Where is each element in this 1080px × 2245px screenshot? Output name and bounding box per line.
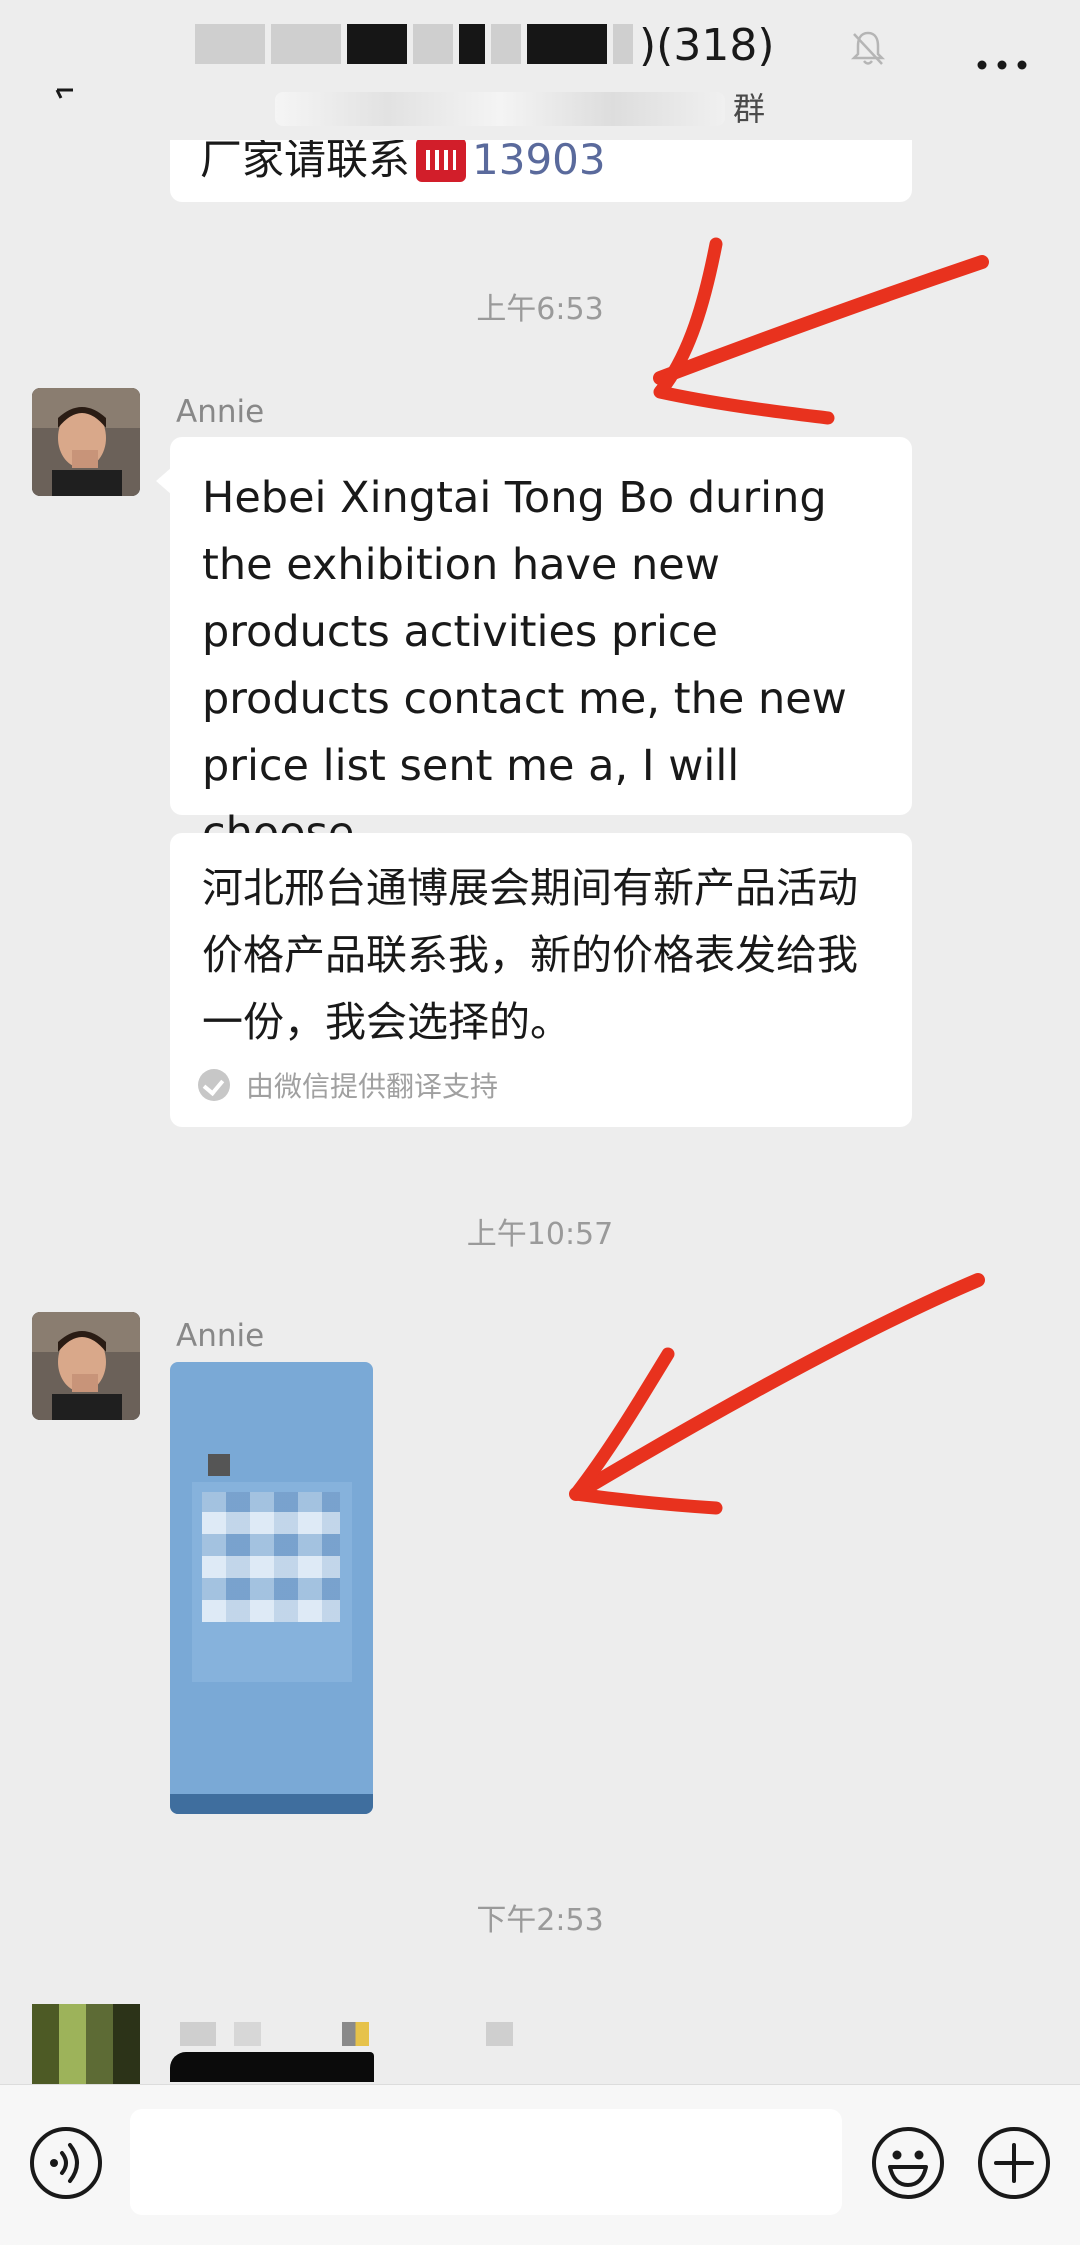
more-icon[interactable] bbox=[975, 55, 1029, 75]
qr-code-image bbox=[202, 1492, 340, 1622]
voice-icon[interactable] bbox=[28, 2125, 104, 2201]
translation-bubble[interactable]: 河北邢台通博展会期间有新产品活动价格产品联系我，新的价格表发给我一份，我会选择的… bbox=[170, 833, 912, 1127]
translation-note: 由微信提供翻译支持 bbox=[198, 1065, 498, 1105]
timestamp: 下午2:53 bbox=[476, 1903, 604, 1938]
sender-name: Annie bbox=[176, 394, 265, 430]
timestamp: 上午10:57 bbox=[466, 1217, 614, 1252]
back-arrow-icon[interactable] bbox=[55, 88, 75, 102]
emoji-icon[interactable] bbox=[870, 2125, 946, 2201]
subtitle-suffix: 群 bbox=[733, 90, 766, 128]
image-avatar bbox=[208, 1454, 230, 1476]
translation-text: 河北邢台通博展会期间有新产品活动价格产品联系我，新的价格表发给我一份，我会选择的… bbox=[202, 864, 858, 1046]
redacted-block bbox=[527, 24, 607, 64]
telephone-icon bbox=[416, 138, 467, 182]
avatar[interactable] bbox=[32, 388, 140, 496]
phone-number-link[interactable]: 13903 bbox=[472, 135, 606, 184]
annotation-arrowhead bbox=[569, 1347, 723, 1515]
timestamp: 上午6:53 bbox=[476, 292, 604, 327]
redacted-block bbox=[491, 24, 521, 64]
avatar[interactable] bbox=[32, 1312, 140, 1420]
image-message[interactable] bbox=[170, 1362, 373, 1814]
redacted-block bbox=[180, 2022, 630, 2046]
message-text: Hebei Xingtai Tong Bo during the exhibit… bbox=[202, 473, 847, 858]
message-input[interactable] bbox=[130, 2109, 842, 2215]
redacted-block bbox=[613, 24, 633, 64]
chat-title: )(318) bbox=[195, 20, 774, 71]
message-bubble[interactable]: Hebei Xingtai Tong Bo during the exhibit… bbox=[156, 437, 912, 858]
chat-screen: 厂家请联系 13903 )(318) 群 上午6:53 Annie Hebei … bbox=[0, 0, 1080, 2245]
redacted-block bbox=[170, 2052, 374, 2082]
redacted-block bbox=[195, 24, 265, 64]
mute-bell-icon bbox=[850, 31, 886, 65]
chat-subtitle: 群 bbox=[275, 84, 765, 130]
previous-message-prefix: 厂家请联系 bbox=[200, 135, 411, 184]
redacted-block bbox=[347, 24, 407, 64]
plus-icon[interactable] bbox=[976, 2125, 1052, 2201]
redacted-block bbox=[459, 24, 485, 64]
annotation-arrowhead bbox=[653, 237, 835, 425]
redacted-block bbox=[413, 24, 453, 64]
annotation-arrow bbox=[569, 1273, 985, 1501]
chat-header: )(318) 群 bbox=[0, 0, 1080, 140]
redacted-block bbox=[271, 24, 341, 64]
redacted-block bbox=[275, 92, 725, 126]
image-footer bbox=[170, 1794, 373, 1814]
translation-note-label: 由微信提供翻译支持 bbox=[246, 1070, 499, 1103]
input-bar bbox=[0, 2084, 1080, 2245]
member-count: )(318) bbox=[639, 20, 775, 71]
check-icon bbox=[198, 1069, 230, 1101]
sender-name: Annie bbox=[176, 1318, 265, 1354]
